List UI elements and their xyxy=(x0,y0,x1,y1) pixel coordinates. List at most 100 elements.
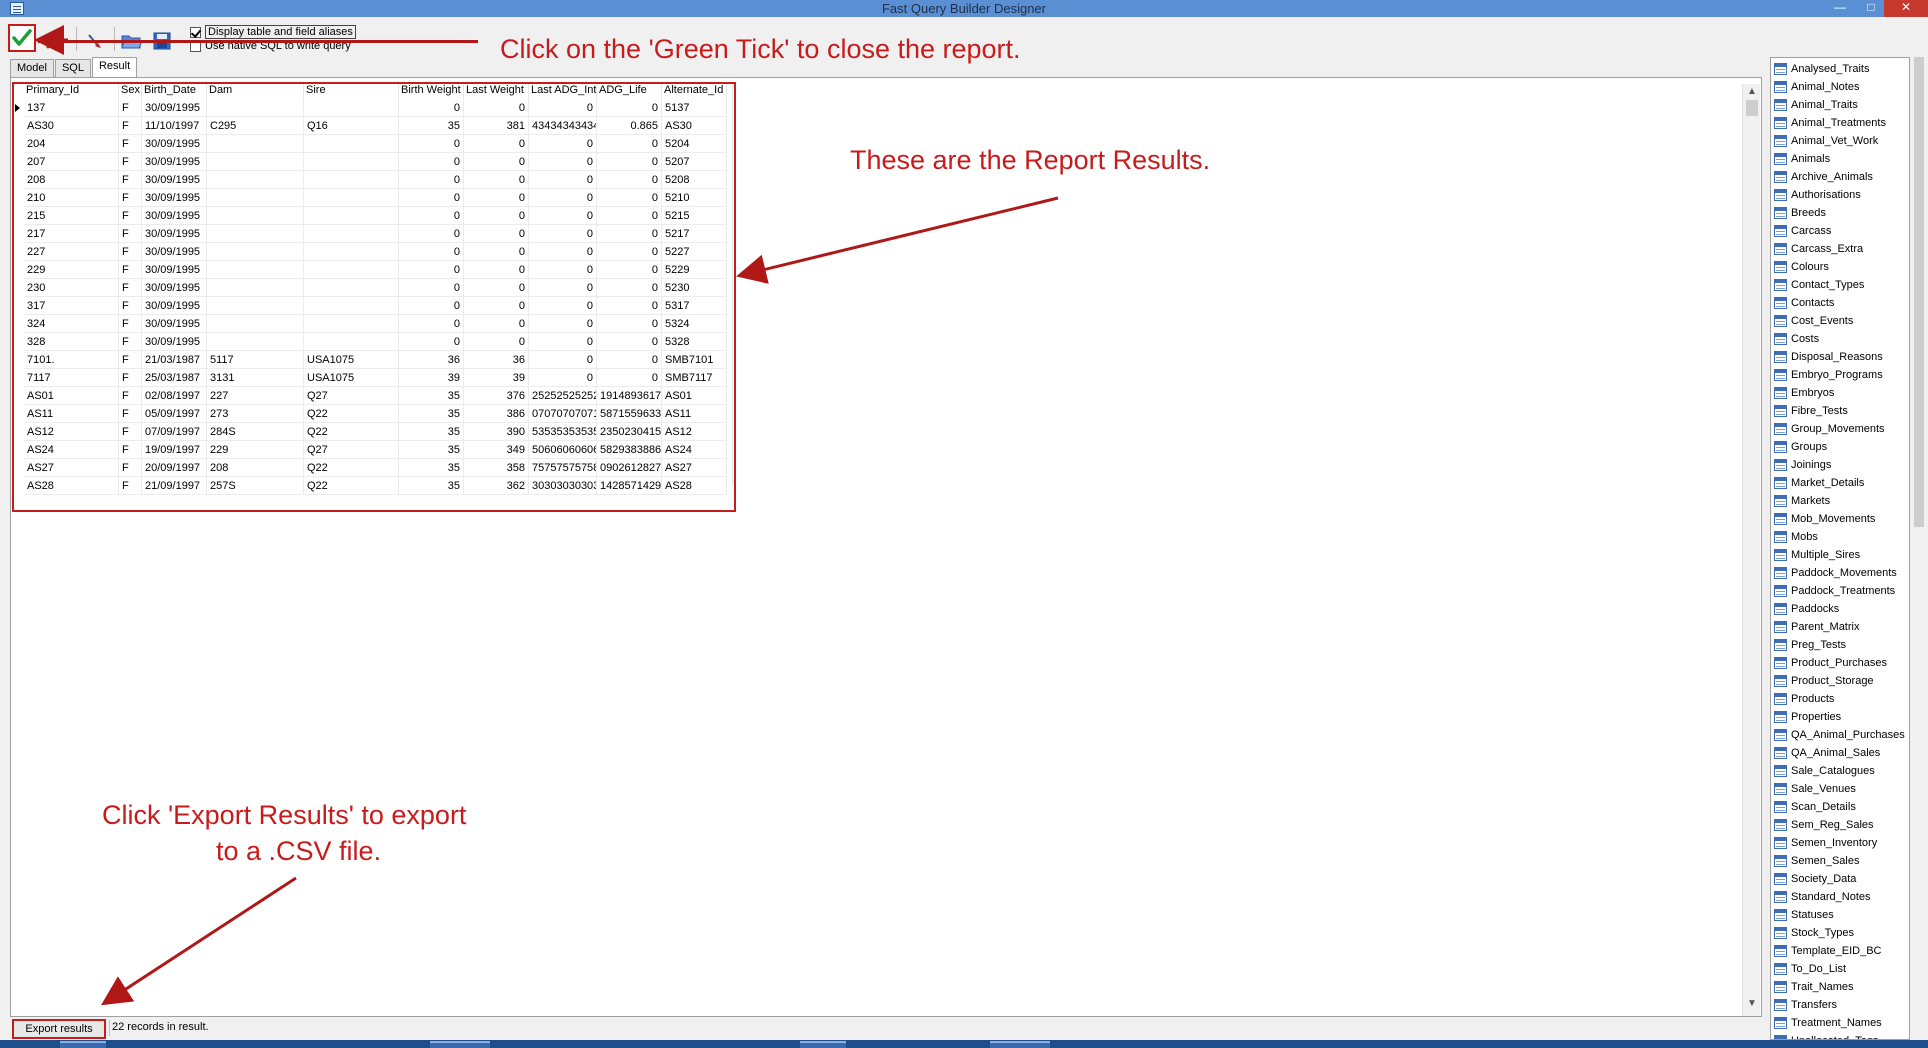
table-list-item[interactable]: Embryo_Programs xyxy=(1774,366,1883,384)
table-list-item[interactable]: Animal_Vet_Work xyxy=(1774,132,1878,150)
table-name: Paddock_Treatments xyxy=(1791,585,1896,597)
table-list-item[interactable]: Carcass_Extra xyxy=(1774,240,1863,258)
taskbar xyxy=(0,1040,1928,1048)
table-list-item[interactable]: Preg_Tests xyxy=(1774,636,1846,654)
table-list-item[interactable]: Sale_Venues xyxy=(1774,780,1856,798)
table-name: Sem_Reg_Sales xyxy=(1791,819,1874,831)
table-list-item[interactable]: Semen_Sales xyxy=(1774,852,1860,870)
table-list-item[interactable]: Sem_Reg_Sales xyxy=(1774,816,1874,834)
table-list-item[interactable]: To_Do_List xyxy=(1774,960,1846,978)
table-list-item[interactable]: Product_Storage xyxy=(1774,672,1874,690)
table-list-item[interactable]: Multiple_Sires xyxy=(1774,546,1860,564)
table-name: Parent_Matrix xyxy=(1791,621,1860,633)
export-results-button[interactable]: Export results xyxy=(12,1019,106,1039)
table-list-item[interactable]: Statuses xyxy=(1774,906,1834,924)
table-icon xyxy=(1774,153,1787,165)
table-list-item[interactable]: Paddocks xyxy=(1774,600,1839,618)
table-name: Disposal_Reasons xyxy=(1791,351,1883,363)
table-list-item[interactable]: Scan_Details xyxy=(1774,798,1856,816)
table-list-item[interactable]: Product_Purchases xyxy=(1774,654,1887,672)
taskbar-item[interactable] xyxy=(800,1041,846,1048)
table-list-item[interactable]: Template_EID_BC xyxy=(1774,942,1882,960)
status-separator xyxy=(109,1020,110,1036)
table-name: Animal_Traits xyxy=(1791,99,1858,111)
table-name: Authorisations xyxy=(1791,189,1861,201)
table-name: Preg_Tests xyxy=(1791,639,1847,651)
tables-list[interactable]: Analysed_Traits Animal_Notes Animal_Traits… xyxy=(1770,57,1910,1040)
table-name: Paddock_Movements xyxy=(1791,567,1897,579)
table-list-item[interactable]: Transfers xyxy=(1774,996,1837,1014)
table-list-item[interactable]: Unallocated_Tags xyxy=(1774,1032,1878,1039)
table-list-item[interactable]: Semen_Inventory xyxy=(1774,834,1877,852)
table-list-item[interactable]: QA_Animal_Purchases xyxy=(1774,726,1905,744)
tables-list-scrollbar[interactable] xyxy=(1910,57,1928,1040)
table-icon xyxy=(1774,585,1787,597)
table-list-item[interactable]: Animal_Notes xyxy=(1774,78,1859,96)
table-icon xyxy=(1774,63,1787,75)
table-list-item[interactable]: QA_Animal_Sales xyxy=(1774,744,1880,762)
table-list-item[interactable]: Disposal_Reasons xyxy=(1774,348,1883,366)
tables-scroll-thumb[interactable] xyxy=(1914,57,1924,527)
table-list-item[interactable]: Paddock_Movements xyxy=(1774,564,1897,582)
table-icon xyxy=(1774,945,1787,957)
table-list-item[interactable]: Paddock_Treatments xyxy=(1774,582,1895,600)
table-list-item[interactable]: Sale_Catalogues xyxy=(1774,762,1875,780)
table-icon xyxy=(1774,441,1787,453)
table-name: Fibre_Tests xyxy=(1791,405,1848,417)
table-list-item[interactable]: Fibre_Tests xyxy=(1774,402,1848,420)
table-list-item[interactable]: Stock_Types xyxy=(1774,924,1854,942)
table-name: Semen_Sales xyxy=(1791,855,1860,867)
table-list-item[interactable]: Carcass xyxy=(1774,222,1831,240)
table-icon xyxy=(1774,801,1787,813)
table-list-item[interactable]: Markets xyxy=(1774,492,1830,510)
taskbar-item[interactable] xyxy=(430,1041,490,1048)
taskbar-item[interactable] xyxy=(990,1041,1050,1048)
table-list-item[interactable]: Contacts xyxy=(1774,294,1834,312)
table-list-item[interactable]: Archive_Animals xyxy=(1774,168,1873,186)
table-list-item[interactable]: Authorisations xyxy=(1774,186,1861,204)
table-list-item[interactable]: Animal_Treatments xyxy=(1774,114,1886,132)
table-icon xyxy=(1774,783,1787,795)
table-icon xyxy=(1774,657,1787,669)
table-list-item[interactable]: Cost_Events xyxy=(1774,312,1853,330)
table-list-item[interactable]: Products xyxy=(1774,690,1834,708)
table-icon xyxy=(1774,999,1787,1011)
table-list-item[interactable]: Colours xyxy=(1774,258,1829,276)
table-name: Groups xyxy=(1791,441,1828,453)
table-icon xyxy=(1774,261,1787,273)
table-icon xyxy=(1774,423,1787,435)
table-name: Society_Data xyxy=(1791,873,1857,885)
table-list-item[interactable]: Mobs xyxy=(1774,528,1818,546)
table-list-item[interactable]: Society_Data xyxy=(1774,870,1856,888)
table-icon xyxy=(1774,333,1787,345)
table-list-item[interactable]: Embryos xyxy=(1774,384,1834,402)
table-name: Contact_Types xyxy=(1791,279,1865,291)
table-name: Transfers xyxy=(1791,999,1838,1011)
records-count: 22 records in result. xyxy=(112,1021,209,1033)
table-list-item[interactable]: Group_Movements xyxy=(1774,420,1885,438)
table-list-item[interactable]: Properties xyxy=(1774,708,1841,726)
table-list-item[interactable]: Parent_Matrix xyxy=(1774,618,1859,636)
table-list-item[interactable]: Breeds xyxy=(1774,204,1826,222)
table-list-item[interactable]: Mob_Movements xyxy=(1774,510,1875,528)
table-list-item[interactable]: Joinings xyxy=(1774,456,1831,474)
table-name: Treatment_Names xyxy=(1791,1017,1882,1029)
table-name: Archive_Animals xyxy=(1791,171,1873,183)
table-list-item[interactable]: Costs xyxy=(1774,330,1819,348)
table-list-item[interactable]: Animals xyxy=(1774,150,1830,168)
table-name: Products xyxy=(1791,693,1835,705)
table-icon xyxy=(1774,963,1787,975)
table-icon xyxy=(1774,765,1787,777)
table-list-item[interactable]: Animal_Traits xyxy=(1774,96,1858,114)
table-list-item[interactable]: Contact_Types xyxy=(1774,276,1864,294)
table-list-item[interactable]: Standard_Notes xyxy=(1774,888,1871,906)
table-list-item[interactable]: Treatment_Names xyxy=(1774,1014,1882,1032)
taskbar-item[interactable] xyxy=(60,1041,106,1048)
table-list-item[interactable]: Market_Details xyxy=(1774,474,1864,492)
table-list-item[interactable]: Groups xyxy=(1774,438,1827,456)
table-name: Carcass xyxy=(1791,225,1832,237)
table-list-item[interactable]: Analysed_Traits xyxy=(1774,60,1869,78)
table-icon xyxy=(1774,99,1787,111)
table-list-item[interactable]: Trait_Names xyxy=(1774,978,1854,996)
table-icon xyxy=(1774,873,1787,885)
